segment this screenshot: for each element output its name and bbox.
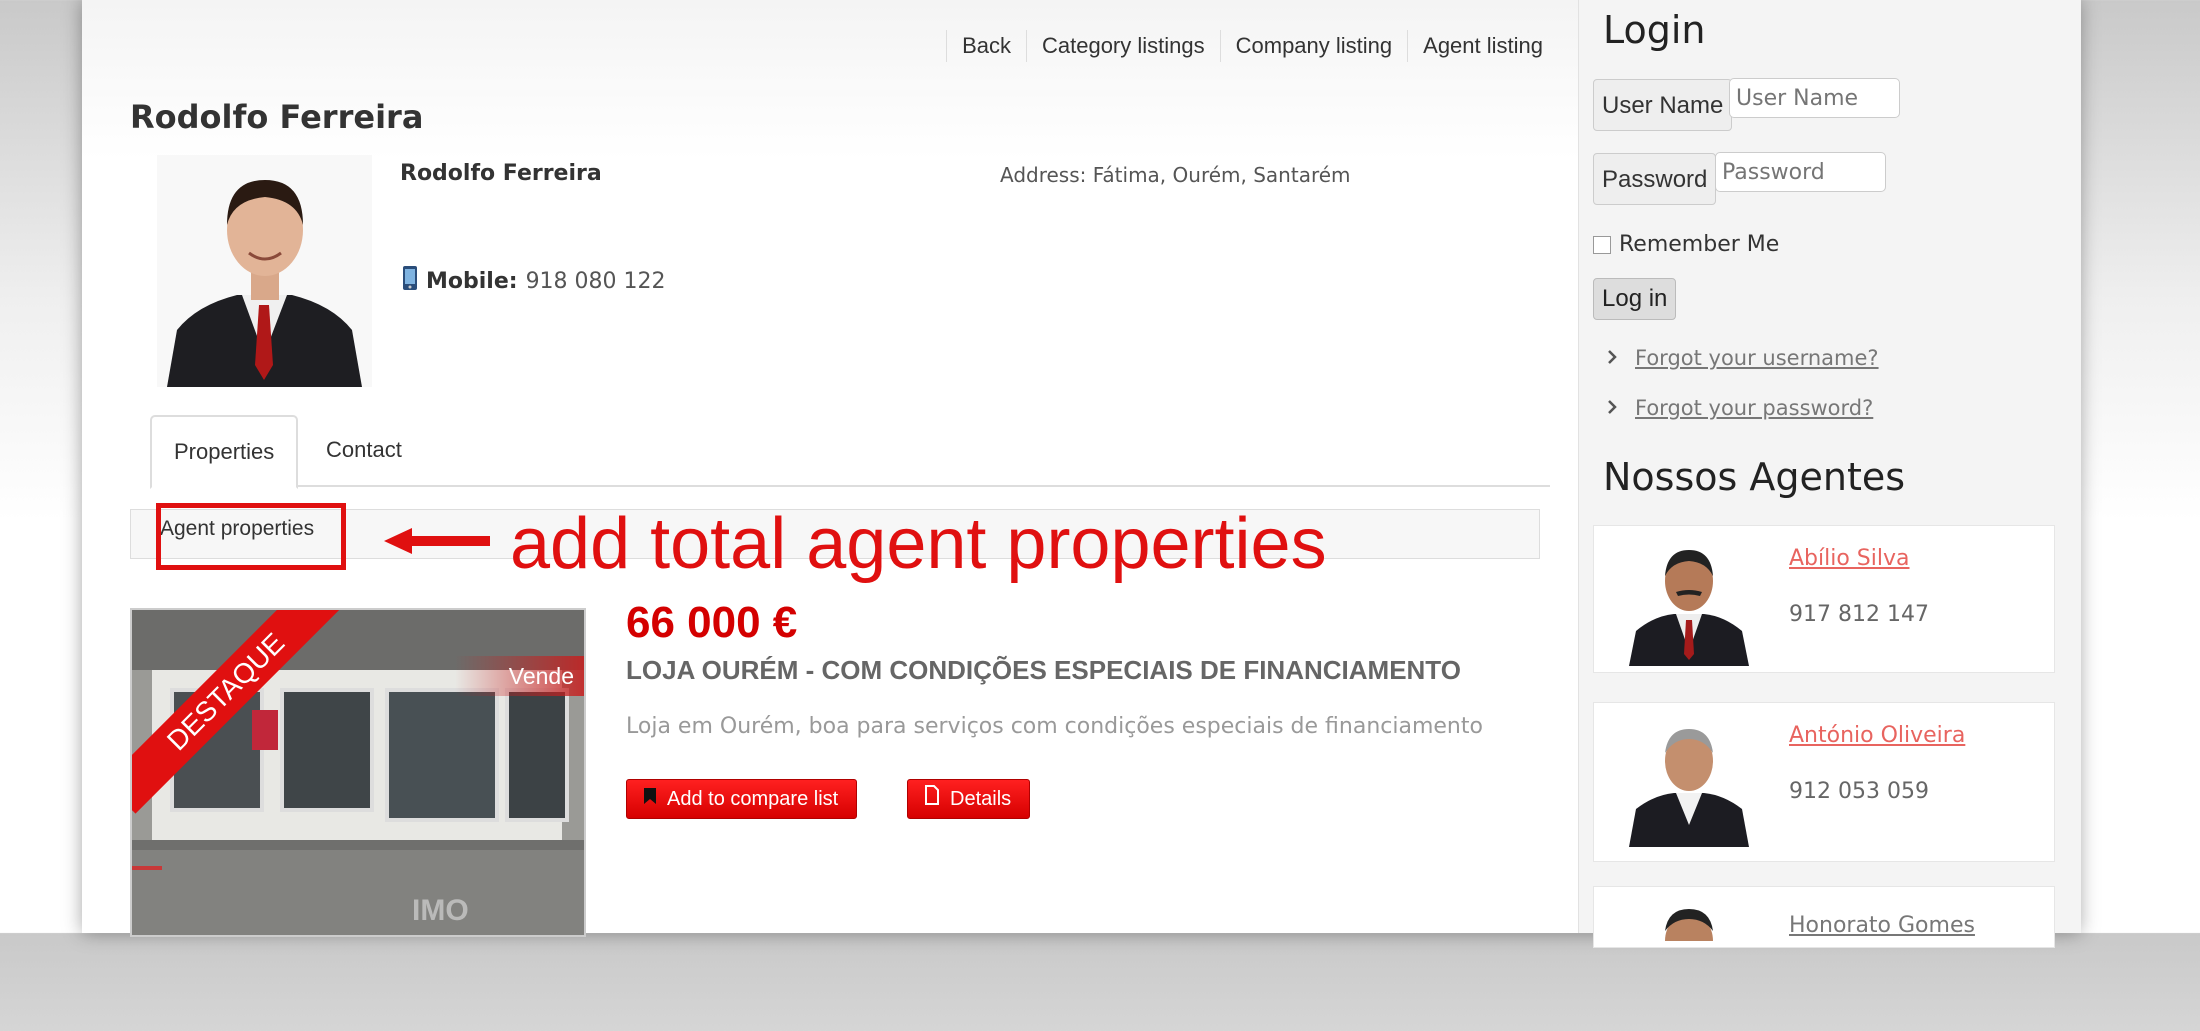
main-content: Back Category listings Company listing A… <box>82 0 1578 937</box>
top-navigation: Back Category listings Company listing A… <box>946 30 1558 62</box>
username-label: User Name <box>1593 79 1733 131</box>
forgot-password-link[interactable]: Forgot your password? <box>1635 396 1873 420</box>
agent-tabs: Properties Contact <box>150 415 1550 489</box>
agent-address: Address: Fátima, Ourém, Santarém <box>1000 163 1351 187</box>
details-label: Details <box>950 788 1012 810</box>
forgot-username: Forgot your username? <box>1607 346 1879 370</box>
page-title: Rodolfo Ferreira <box>130 98 424 136</box>
mobile-phone-icon <box>402 265 418 297</box>
listing-image[interactable]: IMO DESTAQUE Vende <box>130 608 586 937</box>
mobile-label: Mobile: <box>426 268 518 294</box>
agent-name-link[interactable]: Honorato Gomes <box>1789 913 1975 938</box>
remember-me[interactable]: Remember Me <box>1593 232 1779 257</box>
mobile-number: 918 080 122 <box>525 268 666 294</box>
document-icon <box>924 779 940 819</box>
chevron-right-icon <box>1607 396 1617 420</box>
forgot-username-link[interactable]: Forgot your username? <box>1635 346 1879 370</box>
password-label: Password <box>1593 153 1717 205</box>
sidebar: Login User Name Password Remember Me Log… <box>1578 0 2081 969</box>
agent-thumbnail <box>1624 536 1754 666</box>
annotation-text: add total agent properties <box>510 504 1327 584</box>
forgot-password: Forgot your password? <box>1607 396 1873 420</box>
listing-description: Loja em Ourém, boa para serviços com con… <box>626 714 1483 739</box>
chevron-right-icon <box>1607 346 1617 370</box>
agent-name: Rodolfo Ferreira <box>400 161 602 186</box>
back-link[interactable]: Back <box>946 30 1026 62</box>
agent-card[interactable]: António Oliveira 912 053 059 <box>1593 702 2055 862</box>
login-heading: Login <box>1603 8 1706 52</box>
agent-thumbnail <box>1624 901 1754 1031</box>
tab-contact[interactable]: Contact <box>304 415 424 485</box>
category-listings-link[interactable]: Category listings <box>1025 30 1220 62</box>
agent-photo <box>157 155 372 387</box>
login-button[interactable]: Log in <box>1593 278 1677 320</box>
company-listing-link[interactable]: Company listing <box>1219 30 1408 62</box>
page-container: Back Category listings Company listing A… <box>82 0 2081 969</box>
agent-listing-link[interactable]: Agent listing <box>1407 30 1558 62</box>
agent-card[interactable]: Honorato Gomes <box>1593 886 2055 969</box>
listing-price: 66 000 € <box>626 598 798 647</box>
add-to-compare-label: Add to compare list <box>667 788 839 810</box>
add-to-compare-button[interactable]: Add to compare list <box>626 779 858 819</box>
annotation-highlight-box <box>156 503 346 570</box>
agent-card[interactable]: Abílio Silva 917 812 147 <box>1593 525 2055 673</box>
remember-me-checkbox[interactable] <box>1593 235 1611 254</box>
agent-mobile: Mobile: 918 080 122 <box>402 265 666 297</box>
username-input[interactable] <box>1729 78 1900 118</box>
remember-me-label: Remember Me <box>1619 232 1780 257</box>
agent-phone: 917 812 147 <box>1789 602 1929 627</box>
svg-text:IMO: IMO <box>412 894 469 927</box>
password-input[interactable] <box>1715 152 1886 192</box>
details-button[interactable]: Details <box>907 779 1031 819</box>
listing-title[interactable]: LOJA OURÉM - COM CONDIÇÕES ESPECIAIS DE … <box>626 655 1461 686</box>
tab-properties[interactable]: Properties <box>150 415 299 489</box>
agent-name-link[interactable]: Abílio Silva <box>1789 546 1910 571</box>
sale-tag: Vende <box>454 656 584 696</box>
bookmark-icon <box>643 779 657 819</box>
agent-thumbnail <box>1624 717 1754 847</box>
agents-heading: Nossos Agentes <box>1603 455 1906 499</box>
agent-phone: 912 053 059 <box>1789 779 1929 804</box>
agent-name-link[interactable]: António Oliveira <box>1789 723 1965 748</box>
annotation-arrow-shaft <box>402 536 490 546</box>
